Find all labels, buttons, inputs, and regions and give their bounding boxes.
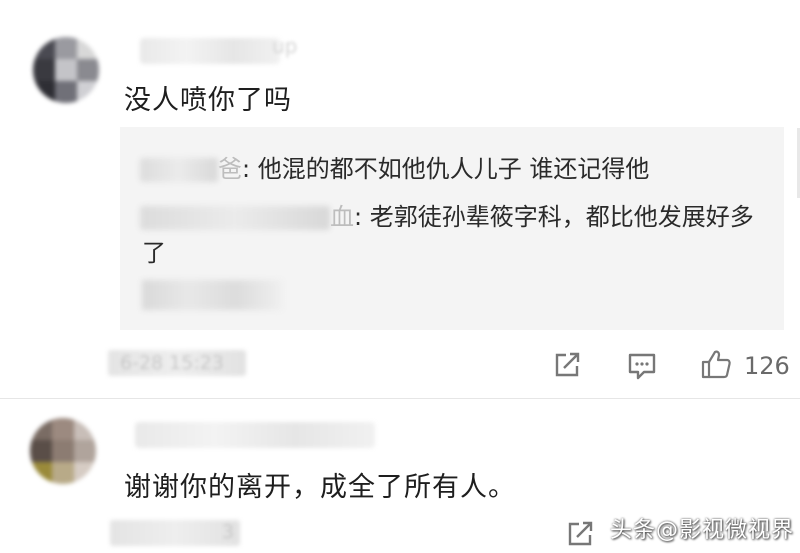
comment-text: 谢谢你的离开，成全了所有人。 bbox=[124, 472, 516, 503]
avatar[interactable] bbox=[33, 37, 99, 103]
timestamp: 6-28 15:23 bbox=[120, 352, 224, 374]
comment-text: 没人喷你了吗 bbox=[124, 85, 292, 116]
reply-author-fragment: 爸 bbox=[218, 155, 242, 183]
avatar[interactable] bbox=[30, 418, 96, 484]
timestamp: 3 bbox=[222, 521, 235, 543]
thumbs-up-icon[interactable] bbox=[700, 348, 732, 380]
username-fragment: up bbox=[272, 34, 298, 58]
watermark: 头条@影视微视界 bbox=[610, 518, 795, 543]
reply-text: 老郭徒孙辈筱字科，都比他发展好多 bbox=[369, 203, 754, 231]
reply-author-blurred[interactable] bbox=[140, 206, 330, 230]
reply-author-fragment: 血 bbox=[330, 203, 354, 231]
username-blurred[interactable] bbox=[135, 422, 375, 448]
comment-icon[interactable] bbox=[627, 351, 657, 381]
username-blurred[interactable] bbox=[140, 38, 280, 64]
reply-colon: : bbox=[354, 203, 370, 231]
more-replies-link[interactable] bbox=[142, 280, 282, 310]
timestamp-blurred bbox=[110, 520, 240, 546]
share-icon[interactable] bbox=[553, 351, 581, 379]
reply-item: 爸: 他混的都不如他仇人儿子 谁还记得他 bbox=[140, 149, 649, 184]
reply-text: 他混的都不如他仇人儿子 谁还记得他 bbox=[257, 155, 650, 183]
share-icon[interactable] bbox=[566, 520, 594, 548]
reply-item: 血: 老郭徒孙辈筱字科，都比他发展好多 bbox=[140, 197, 754, 232]
reply-author-blurred[interactable] bbox=[140, 158, 218, 182]
reply-text-continued: 了 bbox=[142, 239, 166, 267]
like-count: 126 bbox=[744, 352, 790, 380]
divider bbox=[0, 398, 800, 399]
reply-colon: : bbox=[242, 155, 258, 183]
